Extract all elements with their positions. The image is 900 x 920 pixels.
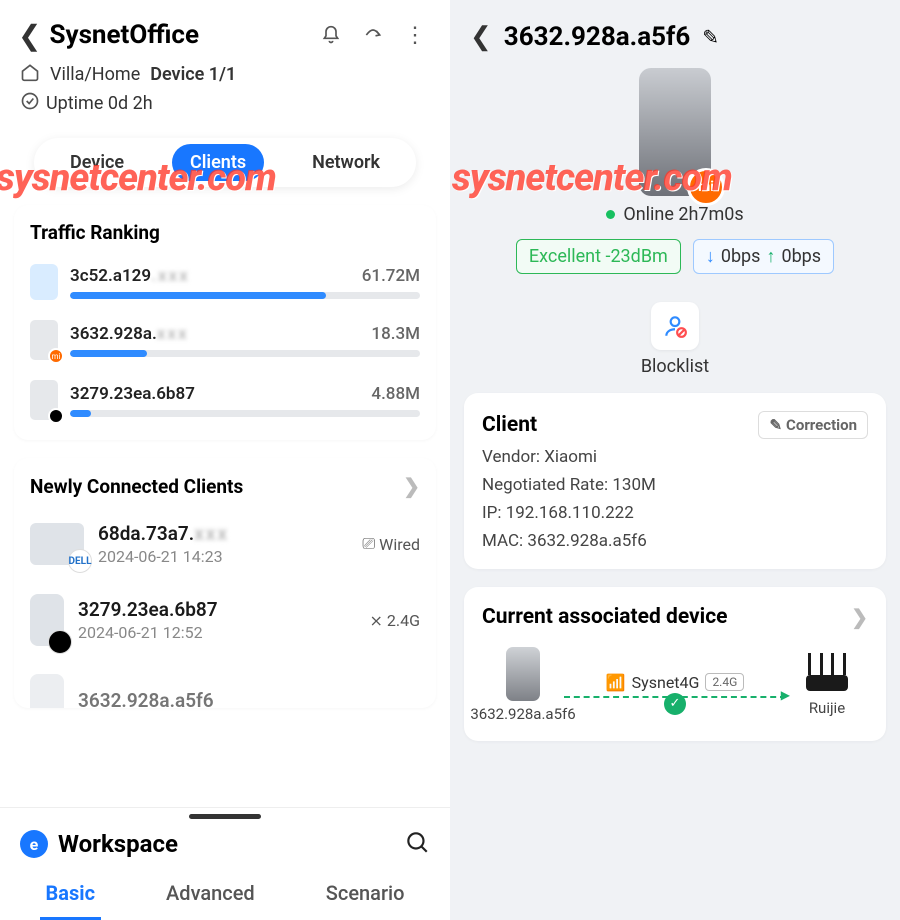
correction-label: Correction	[786, 416, 857, 434]
client-title: 3632.928a.a5f6	[504, 22, 690, 52]
client-device-icon	[506, 647, 540, 701]
ws-tab-advanced[interactable]: Advanced	[160, 871, 261, 920]
traffic-item[interactable]: 3279.23ea.6b87 4.88M	[30, 370, 420, 430]
conn-label: 2.4G	[387, 611, 420, 630]
checkmark-circle-icon	[20, 91, 40, 116]
assoc-ap-name: Ruijie	[809, 699, 845, 717]
kv-value: Xiaomi	[544, 447, 597, 467]
traffic-usage: 61.72M	[362, 266, 420, 286]
client-card-title: Client	[482, 413, 537, 437]
share-icon[interactable]	[356, 18, 390, 52]
associated-device-card[interactable]: Current associated device ❯ 3632.928a.a5…	[464, 587, 886, 741]
traffic-name: 3632.928a.	[70, 324, 157, 344]
traffic-name: 3c52.a129	[70, 266, 151, 286]
ssid-label: Sysnet4G	[632, 673, 700, 692]
kv-label: MAC:	[482, 531, 527, 551]
phone-icon: mi	[30, 320, 58, 360]
laptop-icon: DELL	[30, 523, 84, 565]
kv-label: Negotiated Rate:	[482, 475, 612, 495]
client-name: 68da.73a7.	[98, 522, 194, 545]
ws-tab-basic[interactable]: Basic	[40, 871, 101, 920]
router-icon	[796, 653, 858, 695]
traffic-ranking-card: Traffic Ranking 3c52.a129.xxx 61.72M mi …	[14, 205, 436, 440]
status-dot-icon	[606, 210, 615, 219]
uptime-label: Uptime 0d 2h	[46, 93, 153, 114]
client-detail-screen: ❮ 3632.928a.a5f6 ✎ mi Online 2h7m0s Exce…	[450, 0, 900, 920]
kv-label: IP:	[482, 503, 506, 523]
client-time: 2024-06-21 12:52	[78, 623, 355, 642]
bell-icon[interactable]	[314, 18, 348, 52]
search-icon[interactable]	[404, 829, 430, 859]
chevron-right-icon[interactable]: ❯	[403, 474, 420, 498]
traffic-ranking-title: Traffic Ranking	[30, 221, 420, 244]
camera-icon	[30, 264, 58, 300]
correction-button[interactable]: ✎ Correction	[758, 411, 868, 439]
drag-handle[interactable]	[189, 814, 261, 819]
view-tabs: Device Clients Network	[34, 138, 416, 187]
traffic-item[interactable]: mi 3632.928a.xxx 18.3M	[30, 310, 420, 370]
blocklist-label: Blocklist	[641, 356, 709, 377]
location-label: Villa/Home	[50, 64, 140, 85]
back-icon[interactable]: ❮	[470, 22, 492, 52]
traffic-usage: 4.88M	[371, 384, 420, 404]
phone-icon	[30, 380, 58, 420]
kv-value: 192.168.110.222	[506, 503, 634, 523]
back-icon[interactable]: ❮	[18, 19, 41, 52]
kv-label: Vendor:	[482, 447, 544, 467]
band-badge: 2.4G	[705, 673, 744, 691]
blocklist-icon	[651, 302, 699, 350]
phone-icon	[30, 674, 64, 708]
tab-network[interactable]: Network	[294, 144, 398, 181]
rate-down: 0bps	[721, 246, 761, 267]
assoc-client-name: 3632.928a.a5f6	[470, 705, 575, 723]
workspace-title: Workspace	[58, 830, 178, 858]
newly-connected-title: Newly Connected Clients	[30, 475, 243, 498]
ethernet-icon: ⎚	[362, 534, 375, 554]
client-item[interactable]: DELL 68da.73a7.xxx 2024-06-21 14:23 ⎚Wir…	[30, 508, 420, 580]
workspace-panel: e Workspace Basic Advanced Scenario	[0, 807, 450, 920]
phone-icon	[30, 594, 64, 646]
traffic-name: 3279.23ea.6b87	[70, 384, 195, 404]
tab-clients[interactable]: Clients	[172, 144, 264, 181]
newly-connected-card: Newly Connected Clients ❯ DELL 68da.73a7…	[14, 458, 436, 708]
signal-chip: Excellent -23dBm	[516, 239, 681, 274]
traffic-item[interactable]: 3c52.a129.xxx 61.72M	[30, 254, 420, 310]
blocklist-button[interactable]: Blocklist	[450, 302, 900, 377]
assoc-title: Current associated device	[482, 605, 728, 629]
tab-device[interactable]: Device	[52, 144, 142, 181]
pencil-icon: ✎	[769, 416, 782, 434]
home-icon	[20, 62, 40, 87]
client-name: 3632.928a.a5f6	[78, 689, 420, 709]
check-icon: ✓	[664, 693, 686, 715]
chevron-right-icon[interactable]: ❯	[851, 605, 868, 629]
conn-label: Wired	[379, 535, 420, 554]
traffic-usage: 18.3M	[371, 324, 420, 344]
client-item[interactable]: 3632.928a.a5f6	[30, 660, 420, 708]
device-count: Device 1/1	[150, 64, 236, 85]
online-label: Online 2h7m0s	[623, 204, 743, 225]
site-name: SysnetOffice	[49, 20, 306, 50]
rate-up: 0bps	[781, 246, 821, 267]
rate-chip: ↓0bps ↑0bps	[693, 239, 834, 274]
client-info-card: Client ✎ Correction Vendor: Xiaomi Negot…	[464, 393, 886, 569]
device-image: mi	[639, 68, 711, 196]
kv-value: 130M	[612, 475, 656, 495]
client-item[interactable]: 3279.23ea.6b87 2024-06-21 12:52 ⨯ 2.4G	[30, 580, 420, 660]
workspace-logo-icon: e	[20, 830, 48, 858]
xiaomi-badge-icon: mi	[687, 168, 725, 206]
wifi-icon: 📶	[606, 673, 626, 692]
clients-screen: ❮ SysnetOffice ⋮ Villa/Home Device 1/1 U…	[0, 0, 450, 920]
more-icon[interactable]: ⋮	[398, 18, 432, 52]
client-name: 3279.23ea.6b87	[78, 598, 355, 621]
client-time: 2024-06-21 14:23	[98, 547, 348, 566]
kv-value: 3632.928a.a5f6	[527, 531, 646, 551]
edit-icon[interactable]: ✎	[702, 25, 719, 49]
ws-tab-scenario[interactable]: Scenario	[320, 871, 411, 920]
wifi-icon: ⨯	[369, 611, 382, 630]
